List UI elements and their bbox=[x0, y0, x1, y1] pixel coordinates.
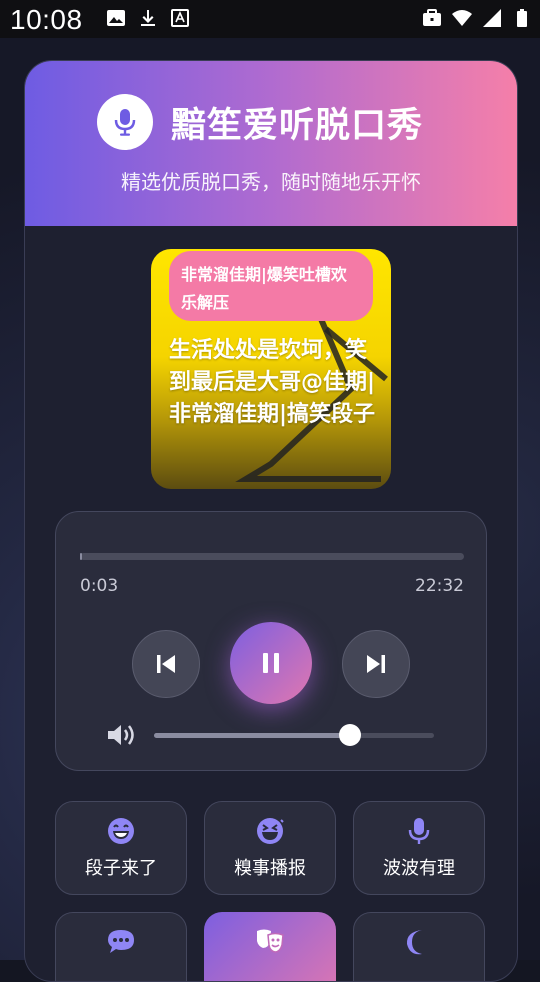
category-duanzi[interactable]: 段子来了 bbox=[55, 801, 187, 895]
pause-icon bbox=[263, 653, 279, 673]
signal-icon bbox=[483, 9, 501, 27]
status-time: 10:08 bbox=[10, 4, 83, 35]
previous-button[interactable] bbox=[132, 630, 200, 698]
volume-icon[interactable] bbox=[106, 722, 140, 748]
current-time: 0:03 bbox=[80, 576, 119, 596]
category-comment[interactable] bbox=[55, 912, 187, 981]
download-icon bbox=[141, 10, 155, 26]
progress-bar[interactable] bbox=[80, 553, 464, 560]
app-header: 黯笙爱听脱口秀 精选优质脱口秀，随时随地乐开怀 bbox=[25, 61, 517, 226]
category-label: 糗事播报 bbox=[234, 858, 306, 879]
category-night[interactable] bbox=[353, 912, 485, 981]
briefcase-icon bbox=[423, 9, 441, 26]
status-bar: 10:08 bbox=[0, 0, 540, 38]
app-logo bbox=[97, 94, 153, 150]
category-masks[interactable] bbox=[204, 912, 336, 981]
pause-button[interactable] bbox=[230, 622, 312, 704]
theater-masks-icon bbox=[257, 929, 284, 953]
app-title: 黯笙爱听脱口秀 bbox=[171, 106, 424, 146]
category-bobo[interactable]: 波波有理 bbox=[353, 801, 485, 895]
volume-fill bbox=[154, 733, 350, 738]
track-title: 生活处处是坎坷，笑到最后是大哥@佳期|非常溜佳期|搞笑段子 bbox=[169, 338, 376, 427]
next-button[interactable] bbox=[342, 630, 410, 698]
laugh-squint-icon bbox=[257, 818, 284, 844]
font-icon bbox=[171, 9, 189, 27]
volume-knob[interactable] bbox=[339, 724, 361, 746]
progress-fill bbox=[80, 553, 82, 560]
category-label: 段子来了 bbox=[85, 858, 157, 879]
comment-dots-icon bbox=[108, 930, 134, 953]
volume-slider[interactable] bbox=[154, 733, 434, 738]
wifi-icon bbox=[452, 10, 472, 26]
cover-art: 非常溜佳期|爆笑吐槽欢乐解压 生活处处是坎坷，笑到最后是大哥@佳期|非常溜佳期|… bbox=[151, 249, 391, 489]
app-subtitle: 精选优质脱口秀，随时随地乐开怀 bbox=[121, 170, 421, 194]
moon-icon bbox=[406, 930, 422, 955]
category-qiushi[interactable]: 糗事播报 bbox=[204, 801, 336, 895]
microphone-icon bbox=[408, 818, 430, 844]
category-label: 波波有理 bbox=[383, 858, 455, 879]
microphone-icon bbox=[114, 109, 136, 136]
image-icon bbox=[107, 10, 125, 26]
player-panel: 0:03 22:32 bbox=[55, 511, 487, 771]
main-card: 黯笙爱听脱口秀 精选优质脱口秀，随时随地乐开怀 非常溜佳期|爆笑吐槽欢乐解压 生… bbox=[24, 60, 518, 982]
skip-previous-icon bbox=[157, 655, 175, 673]
battery-icon bbox=[517, 9, 527, 27]
cover-tag: 非常溜佳期|爆笑吐槽欢乐解压 bbox=[169, 251, 373, 321]
total-time: 22:32 bbox=[415, 576, 464, 596]
laugh-icon bbox=[108, 818, 134, 844]
skip-next-icon bbox=[367, 655, 385, 673]
